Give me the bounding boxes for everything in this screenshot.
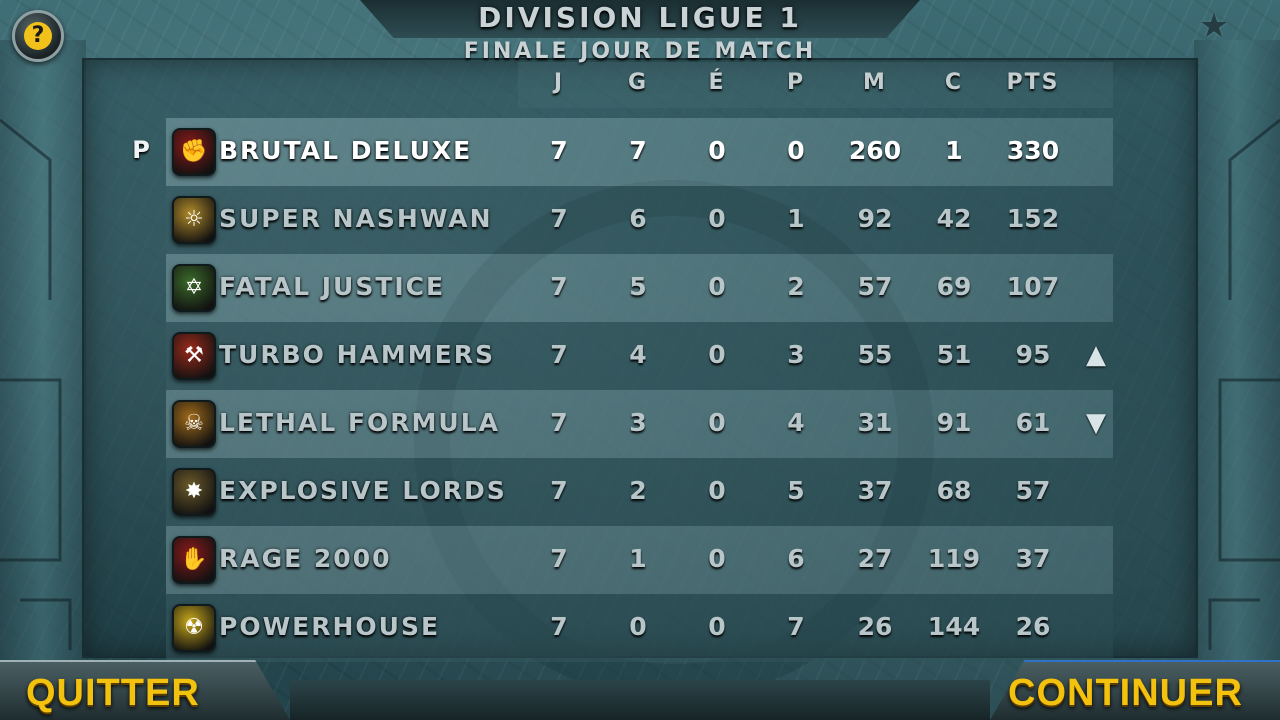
stat-played: 7 (550, 408, 568, 437)
col-header-conceded: C (944, 70, 964, 95)
team-name: TURBO HAMMERS (219, 340, 495, 369)
stat-conceded: 1 (945, 136, 963, 165)
continue-button-label[interactable]: CONTINUER (1008, 672, 1243, 715)
stat-points: 330 (1006, 136, 1060, 165)
stat-won: 1 (629, 544, 647, 573)
col-header-won: G (627, 70, 649, 95)
super-nashwan-crest-icon: ☼ (172, 196, 216, 244)
table-row[interactable]: ✡ FATAL JUSTICE 7 5 0 2 57 69 107 (166, 254, 1113, 322)
stat-conceded: 51 (936, 340, 972, 369)
col-header-points: PTS (1006, 70, 1060, 95)
stat-lost: 2 (787, 272, 805, 301)
stat-drawn: 0 (708, 136, 726, 165)
fatal-justice-crest-icon: ✡ (172, 264, 216, 312)
stat-points: 57 (1015, 476, 1051, 505)
powerhouse-crest-icon: ☢ (172, 604, 216, 652)
stat-drawn: 0 (708, 204, 726, 233)
rage-2000-crest-icon: ✋ (172, 536, 216, 584)
stat-points: 152 (1006, 204, 1060, 233)
stat-scored: 57 (857, 272, 893, 301)
stat-won: 2 (629, 476, 647, 505)
stat-points: 37 (1015, 544, 1051, 573)
page-title: DIVISION LIGUE 1 (478, 1, 802, 34)
table-row[interactable]: ☢ POWERHOUSE 7 0 0 7 26 144 26 (166, 594, 1113, 662)
stat-conceded: 42 (936, 204, 972, 233)
stat-lost: 0 (787, 136, 805, 165)
table-row[interactable]: ☠ LETHAL FORMULA 7 3 0 4 31 91 61 (166, 390, 1113, 458)
table-row[interactable]: ✸ EXPLOSIVE LORDS 7 2 0 5 37 68 57 (166, 458, 1113, 526)
stat-conceded: 69 (936, 272, 972, 301)
stat-conceded: 144 (927, 612, 981, 641)
stat-points: 26 (1015, 612, 1051, 641)
stat-lost: 5 (787, 476, 805, 505)
stat-won: 6 (629, 204, 647, 233)
stat-scored: 260 (848, 136, 902, 165)
team-name: FATAL JUSTICE (219, 272, 446, 301)
stat-lost: 6 (787, 544, 805, 573)
brutal-deluxe-crest-icon: ✊ (172, 128, 216, 176)
stat-played: 7 (550, 136, 568, 165)
help-button[interactable]: ? (12, 10, 64, 62)
stat-played: 7 (550, 204, 568, 233)
col-header-drawn: É (708, 70, 726, 95)
team-name: RAGE 2000 (219, 544, 392, 573)
stat-lost: 3 (787, 340, 805, 369)
table-row[interactable]: ☼ SUPER NASHWAN 7 6 0 1 92 42 152 (166, 186, 1113, 254)
stat-scored: 27 (857, 544, 893, 573)
stat-points: 107 (1006, 272, 1060, 301)
stat-won: 3 (629, 408, 647, 437)
stat-scored: 92 (857, 204, 893, 233)
stat-won: 0 (629, 612, 647, 641)
stat-drawn: 0 (708, 612, 726, 641)
stat-lost: 1 (787, 204, 805, 233)
stat-scored: 55 (857, 340, 893, 369)
team-name: SUPER NASHWAN (219, 204, 493, 233)
explosive-lords-crest-icon: ✸ (172, 468, 216, 516)
lethal-formula-crest-icon: ☠ (172, 400, 216, 448)
question-mark-icon: ? (24, 22, 52, 50)
table-row[interactable]: ✋ RAGE 2000 7 1 0 6 27 119 37 (166, 526, 1113, 594)
stat-drawn: 0 (708, 340, 726, 369)
promotion-marker: P (132, 136, 150, 164)
stat-points: 61 (1015, 408, 1051, 437)
stat-lost: 4 (787, 408, 805, 437)
team-name: BRUTAL DELUXE (219, 136, 473, 165)
scroll-up-arrow-icon[interactable]: ▲ (1082, 340, 1110, 370)
team-name: POWERHOUSE (219, 612, 441, 641)
stat-won: 7 (629, 136, 647, 165)
stat-drawn: 0 (708, 408, 726, 437)
stat-played: 7 (550, 544, 568, 573)
stat-played: 7 (550, 340, 568, 369)
scroll-down-arrow-icon[interactable]: ▼ (1082, 408, 1110, 438)
stat-drawn: 0 (708, 476, 726, 505)
stat-points: 95 (1015, 340, 1051, 369)
quit-button-label[interactable]: QUITTER (26, 672, 200, 715)
col-header-lost: P (786, 70, 806, 95)
stat-played: 7 (550, 476, 568, 505)
stat-scored: 37 (857, 476, 893, 505)
page-subtitle: FINALE JOUR DE MATCH (463, 39, 817, 64)
col-header-played: J (553, 70, 565, 95)
stat-played: 7 (550, 272, 568, 301)
stat-won: 4 (629, 340, 647, 369)
stat-scored: 26 (857, 612, 893, 641)
stat-conceded: 91 (936, 408, 972, 437)
team-name: LETHAL FORMULA (219, 408, 501, 437)
stat-lost: 7 (787, 612, 805, 641)
stat-drawn: 0 (708, 544, 726, 573)
stat-won: 5 (629, 272, 647, 301)
star-icon: ★ (1198, 6, 1230, 46)
stat-scored: 31 (857, 408, 893, 437)
stat-played: 7 (550, 612, 568, 641)
stat-conceded: 68 (936, 476, 972, 505)
turbo-hammers-crest-icon: ⚒ (172, 332, 216, 380)
table-row[interactable]: ✊ BRUTAL DELUXE 7 7 0 0 260 1 330 (166, 118, 1113, 186)
col-header-scored: M (863, 70, 887, 95)
team-name: EXPLOSIVE LORDS (219, 476, 507, 505)
stat-conceded: 119 (927, 544, 981, 573)
bottom-bar (290, 680, 990, 720)
stat-drawn: 0 (708, 272, 726, 301)
table-row[interactable]: ⚒ TURBO HAMMERS 7 4 0 3 55 51 95 (166, 322, 1113, 390)
